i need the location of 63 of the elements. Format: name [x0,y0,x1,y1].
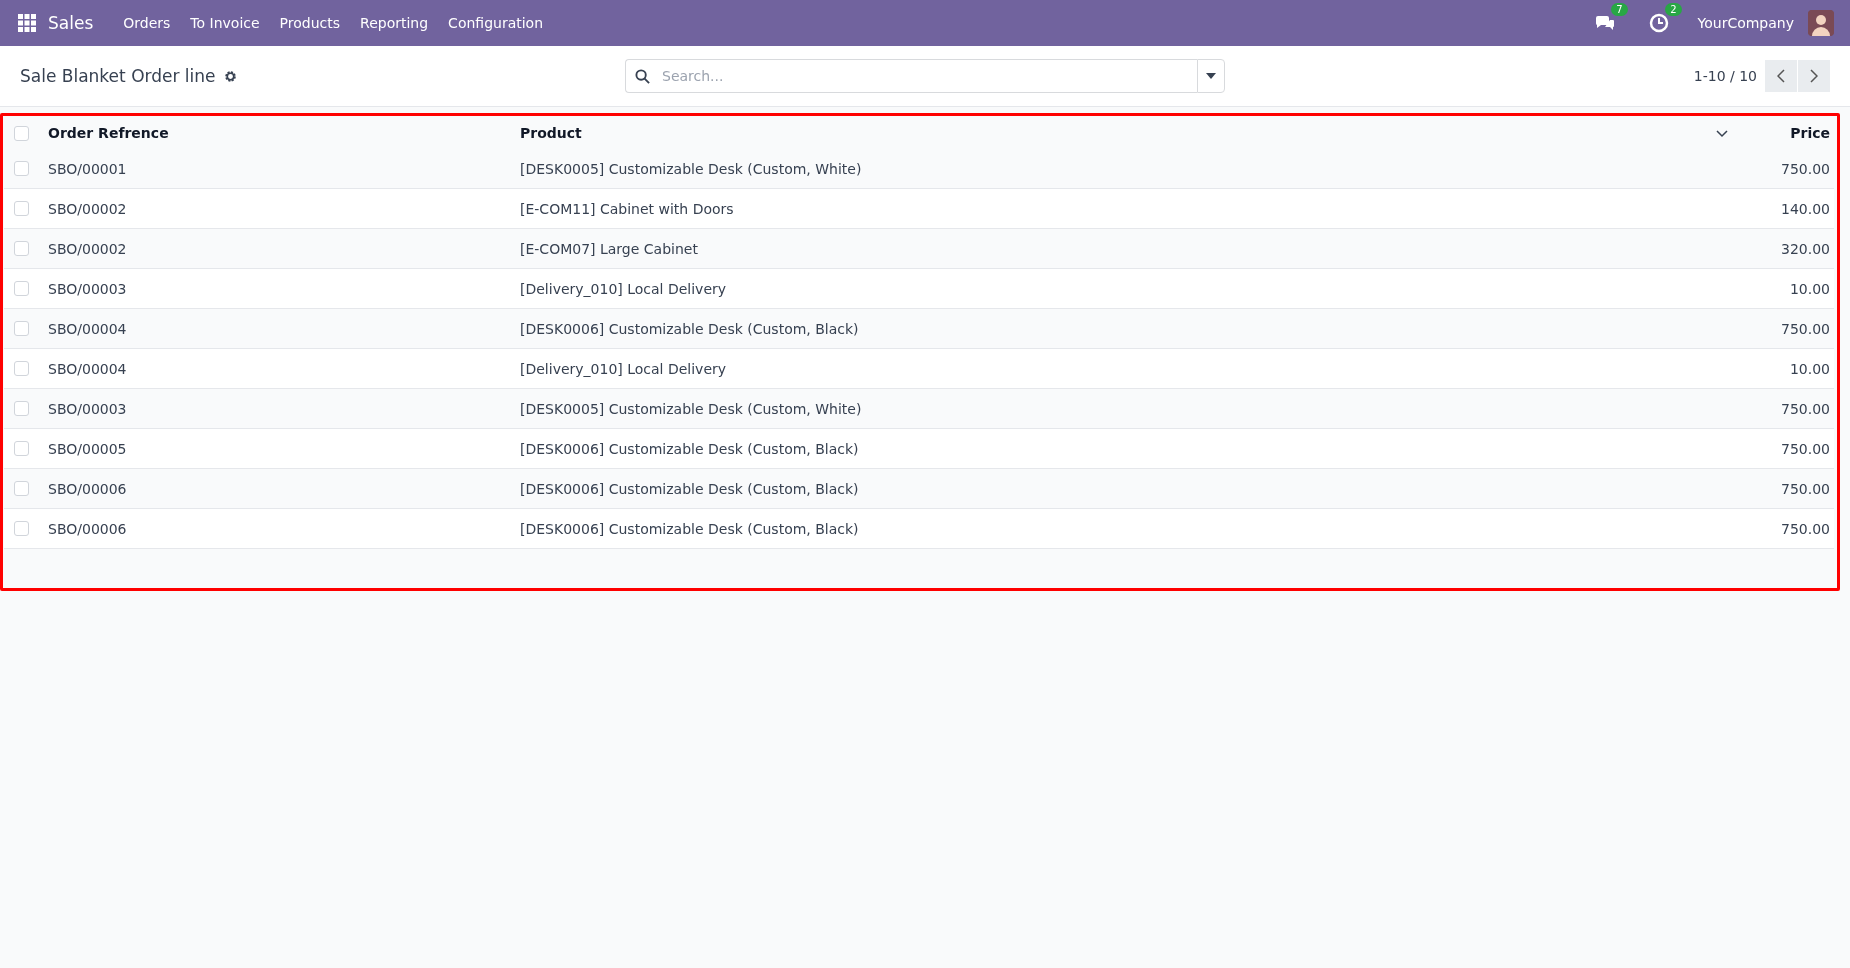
caret-down-icon [1206,73,1216,79]
row-checkbox[interactable] [14,241,29,256]
table-cell: SBO/00004 [42,308,514,349]
table-cell: 750.00 [1734,468,1834,509]
pager-value: 1-10 / 10 [1693,68,1757,84]
menu-item[interactable]: Reporting [350,9,439,37]
chevron-right-icon [1810,69,1818,83]
table-cell: 320.00 [1734,228,1834,269]
table-cell: 10.00 [1734,348,1834,389]
chevron-down-icon[interactable] [1716,127,1728,139]
table-cell: [DESK0006] Customizable Desk (Custom, Black) [514,508,1734,549]
column-header[interactable]: Product [520,125,582,141]
clock-icon[interactable] [1647,12,1670,34]
row-checkbox[interactable] [14,401,29,416]
table-cell: [DESK0006] Customizable Desk (Custom, Black) [514,428,1734,469]
app-name[interactable]: Sales [48,13,94,33]
table-cell: [E-COM07] Large Cabinet [514,228,1734,269]
chevron-left-icon [1777,69,1785,83]
search-options-button[interactable] [1197,59,1225,93]
message-count-badge: 7 [1611,3,1628,16]
apps-menu-icon[interactable] [18,14,36,32]
table-cell: [DESK0005] Customizable Desk (Custom, White) [514,388,1734,429]
menu-item[interactable]: Products [269,9,351,37]
activity-count-badge: 2 [1665,3,1682,16]
table-cell: [Delivery_010] Local Delivery [514,268,1734,309]
table-cell: SBO/00005 [42,428,514,469]
table-cell: SBO/00002 [42,228,514,269]
avatar-silhouette-icon[interactable] [1808,10,1834,36]
row-checkbox[interactable] [14,281,29,296]
table-cell: SBO/00003 [42,388,514,429]
menu-item[interactable]: Orders [113,9,181,37]
previous-page-button[interactable] [1765,60,1797,92]
row-checkbox[interactable] [14,521,29,536]
company-name[interactable]: YourCompany [1697,15,1794,31]
table-cell: 10.00 [1734,268,1834,309]
page-title: Sale Blanket Order line [20,66,216,86]
table-cell: [E-COM11] Cabinet with Doors [514,188,1734,229]
search-field[interactable]: Search... [625,59,1197,93]
table-cell: 750.00 [1734,308,1834,349]
table-cell: [DESK0006] Customizable Desk (Custom, Black) [514,468,1734,509]
table-cell: [Delivery_010] Local Delivery [514,348,1734,389]
table-cell: SBO/00006 [42,468,514,509]
row-checkbox[interactable] [14,481,29,496]
row-checkbox[interactable] [14,201,29,216]
menu-item[interactable]: To Invoice [180,9,270,37]
table-cell: 750.00 [1734,508,1834,549]
table-cell: SBO/00003 [42,268,514,309]
row-checkbox[interactable] [14,321,29,336]
table-cell: 750.00 [1734,428,1834,469]
row-checkbox[interactable] [14,441,29,456]
search-icon [635,69,650,84]
table-cell: SBO/00002 [42,188,514,229]
table-cell: SBO/00004 [42,348,514,389]
table-cell: [DESK0006] Customizable Desk (Custom, Black) [514,308,1734,349]
menu-item[interactable]: Configuration [438,9,554,37]
table-cell: SBO/00006 [42,508,514,549]
select-all-checkbox[interactable] [14,125,29,141]
row-checkbox[interactable] [14,361,29,376]
row-checkbox[interactable] [14,161,29,176]
table-cell: 750.00 [1734,388,1834,429]
settings-icon[interactable] [223,69,237,83]
table-cell: 140.00 [1734,188,1834,229]
next-page-button[interactable] [1798,60,1830,92]
